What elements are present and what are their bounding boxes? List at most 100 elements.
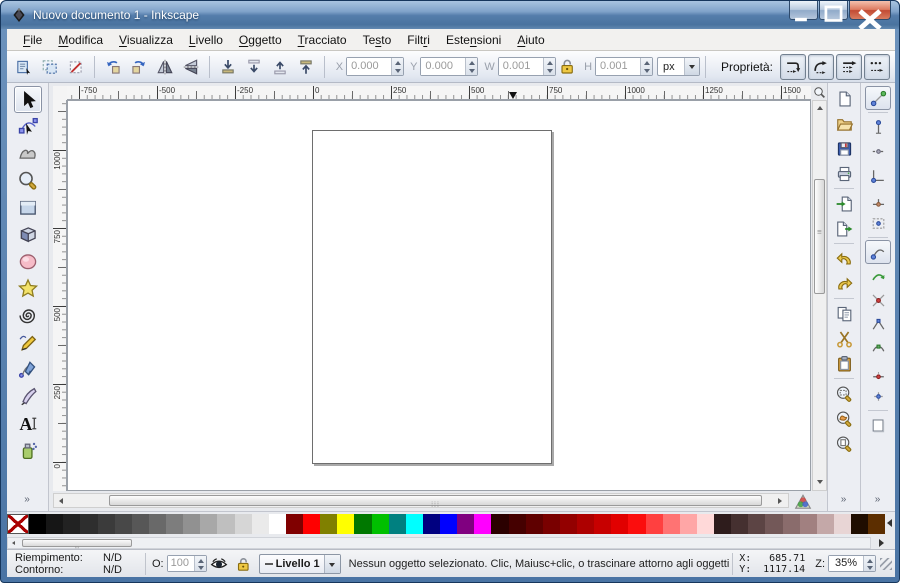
snap-smooth-nodes-button[interactable] bbox=[865, 336, 891, 360]
lock-ratio-icon[interactable] bbox=[558, 57, 576, 77]
snap-bbox-midpoints-button[interactable] bbox=[865, 187, 891, 211]
snap-object-centers-button[interactable] bbox=[865, 384, 891, 408]
menu-estensioni[interactable]: Estensioni bbox=[438, 31, 509, 49]
menu-modifica[interactable]: Modifica bbox=[50, 31, 111, 49]
color-swatch[interactable] bbox=[834, 514, 851, 534]
menu-livello[interactable]: Livello bbox=[181, 31, 231, 49]
flip-vertical-button[interactable] bbox=[179, 55, 203, 79]
layer-selector[interactable]: Livello 1 bbox=[259, 554, 341, 574]
color-swatch[interactable] bbox=[115, 514, 132, 534]
palette-scrollbar[interactable] bbox=[7, 537, 871, 549]
vertical-ruler[interactable]: 10007505002500 bbox=[53, 100, 67, 491]
width-field-spinner[interactable] bbox=[543, 58, 555, 75]
color-swatch[interactable] bbox=[868, 514, 885, 534]
color-swatch[interactable] bbox=[200, 514, 217, 534]
menu-filtri[interactable]: Filtri bbox=[399, 31, 438, 49]
cut-button[interactable] bbox=[831, 326, 857, 351]
title-bar[interactable]: Nuovo documento 1 - Inkscape bbox=[1, 1, 899, 29]
color-swatch[interactable] bbox=[423, 514, 440, 534]
color-swatch[interactable] bbox=[29, 514, 46, 534]
menu-visualizza[interactable]: Visualizza bbox=[111, 31, 181, 49]
width-field[interactable]: 0.001 bbox=[498, 57, 556, 76]
unit-dropdown[interactable]: px bbox=[657, 57, 700, 76]
menu-aiuto[interactable]: Aiuto bbox=[509, 31, 552, 49]
color-swatch[interactable] bbox=[748, 514, 765, 534]
color-swatch[interactable] bbox=[783, 514, 800, 534]
snap-page-border-button[interactable] bbox=[865, 413, 891, 437]
color-swatch[interactable] bbox=[372, 514, 389, 534]
close-button[interactable] bbox=[849, 1, 891, 20]
commands-overflow-icon[interactable]: » bbox=[841, 494, 848, 505]
vertical-scrollbar[interactable] bbox=[812, 100, 827, 491]
color-swatch[interactable] bbox=[817, 514, 834, 534]
text-tool[interactable]: A bbox=[14, 410, 42, 437]
layer-visibility-eye-icon[interactable] bbox=[210, 555, 228, 573]
zoom-value[interactable]: 35% bbox=[829, 556, 863, 571]
height-field[interactable]: 0.001 bbox=[595, 57, 653, 76]
zoom-drawing-button[interactable] bbox=[831, 406, 857, 431]
snap-path-intersections-button[interactable] bbox=[865, 288, 891, 312]
snap-bbox-centers-button[interactable] bbox=[865, 211, 891, 235]
color-swatch[interactable] bbox=[543, 514, 560, 534]
import-button[interactable] bbox=[831, 191, 857, 216]
tweak-tool[interactable] bbox=[14, 140, 42, 167]
color-swatch[interactable] bbox=[800, 514, 817, 534]
quick-zoom-icon[interactable] bbox=[812, 85, 827, 100]
color-swatch[interactable] bbox=[183, 514, 200, 534]
height-field-value[interactable]: 0.001 bbox=[596, 58, 640, 75]
unit-dropdown-arrow-icon[interactable] bbox=[684, 58, 699, 75]
color-swatch[interactable] bbox=[217, 514, 234, 534]
color-swatch[interactable] bbox=[765, 514, 782, 534]
rectangle-tool[interactable] bbox=[14, 194, 42, 221]
fill-stroke-indicator[interactable]: Riempimento:N/D Contorno:N/D bbox=[7, 552, 139, 576]
paste-button[interactable] bbox=[831, 351, 857, 376]
palette-scrollbar-thumb[interactable] bbox=[22, 539, 132, 547]
color-swatch[interactable] bbox=[560, 514, 577, 534]
flip-horizontal-button[interactable] bbox=[153, 55, 177, 79]
horizontal-ruler[interactable]: -750-500-2500250500750100012501500 bbox=[67, 86, 811, 100]
snap-paths-button[interactable] bbox=[865, 264, 891, 288]
ellipse-tool[interactable] bbox=[14, 248, 42, 275]
x-field[interactable]: 0.000 bbox=[346, 57, 404, 76]
color-swatch[interactable] bbox=[337, 514, 354, 534]
rotate-cw-button[interactable] bbox=[127, 55, 151, 79]
snap-bbox-corners-button[interactable] bbox=[865, 163, 891, 187]
menu-file[interactable]: File bbox=[15, 31, 50, 49]
color-swatch[interactable] bbox=[235, 514, 252, 534]
color-swatch[interactable] bbox=[851, 514, 868, 534]
lower-button[interactable] bbox=[242, 55, 266, 79]
color-swatch[interactable] bbox=[149, 514, 166, 534]
color-swatch[interactable] bbox=[389, 514, 406, 534]
scroll-up-icon[interactable] bbox=[813, 102, 826, 115]
unit-value[interactable]: px bbox=[658, 61, 684, 73]
x-field-value[interactable]: 0.000 bbox=[347, 58, 391, 75]
color-swatch[interactable] bbox=[63, 514, 80, 534]
minimize-button[interactable] bbox=[789, 1, 818, 20]
menu-tracciato[interactable]: Tracciato bbox=[290, 31, 355, 49]
rotate-ccw-button[interactable] bbox=[101, 55, 125, 79]
canvas[interactable] bbox=[67, 100, 811, 491]
zoom-page-button[interactable] bbox=[831, 431, 857, 456]
calligraphy-tool[interactable] bbox=[14, 383, 42, 410]
color-swatch[interactable] bbox=[440, 514, 457, 534]
affect-gradients-button[interactable] bbox=[836, 54, 862, 80]
vertical-scrollbar-thumb[interactable] bbox=[814, 179, 825, 294]
y-field-spinner[interactable] bbox=[465, 58, 477, 75]
snap-cusp-nodes-button[interactable] bbox=[865, 312, 891, 336]
horizontal-scrollbar-thumb[interactable] bbox=[109, 495, 762, 506]
select-all-in-all-layers-button[interactable] bbox=[38, 55, 62, 79]
no-color-swatch[interactable] bbox=[7, 514, 29, 534]
color-swatch[interactable] bbox=[46, 514, 63, 534]
star-tool[interactable] bbox=[14, 275, 42, 302]
color-swatch[interactable] bbox=[474, 514, 491, 534]
color-management-icon[interactable] bbox=[793, 492, 813, 509]
layer-dropdown-arrow-icon[interactable] bbox=[324, 555, 340, 573]
zoom-field[interactable]: 35% bbox=[828, 555, 876, 572]
color-swatch[interactable] bbox=[646, 514, 663, 534]
pen-tool[interactable] bbox=[14, 356, 42, 383]
copy-button[interactable] bbox=[831, 301, 857, 326]
palette-scroll-left-icon[interactable] bbox=[886, 519, 895, 528]
height-field-spinner[interactable] bbox=[640, 58, 652, 75]
window-resize-grip[interactable] bbox=[880, 558, 892, 570]
enable-snapping-button[interactable] bbox=[865, 86, 891, 110]
